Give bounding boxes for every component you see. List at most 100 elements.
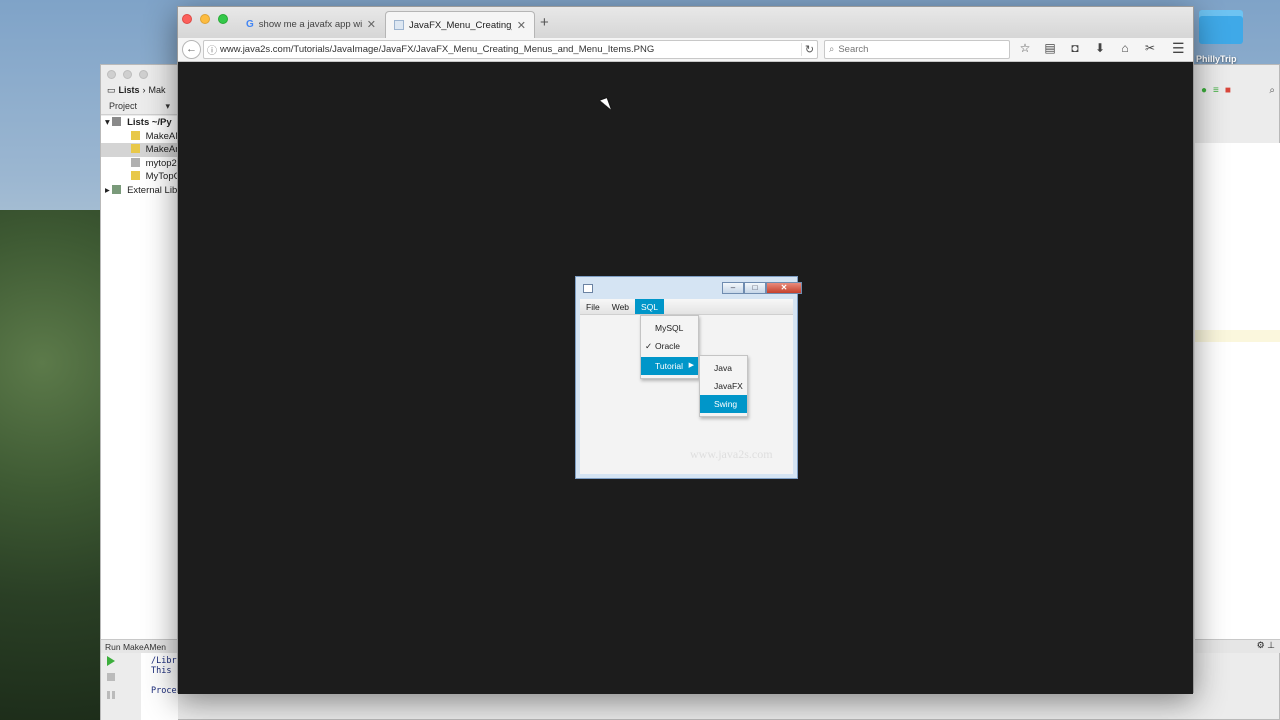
close-icon: ✕ [766, 282, 802, 294]
tab-javafx-menu[interactable]: JavaFX_Menu_Creating_Menu ✕ [385, 11, 535, 38]
address-bar[interactable]: ⓘ www.java2s.com/Tutorials/JavaImage/Jav… [203, 40, 818, 59]
new-tab-button[interactable]: + [540, 15, 549, 31]
search-box[interactable]: ⌕ [824, 40, 1010, 59]
breadcrumb-item[interactable]: Lists [119, 85, 140, 95]
ide-window-controls [107, 70, 148, 79]
watermark: www.java2s.com [690, 447, 773, 461]
run-tab-label[interactable]: Run [105, 642, 121, 652]
javafx-screenshot-image: – □ ✕ File Web SQL MySQL ✓ Oracle Tutori… [575, 276, 802, 479]
home-icon[interactable]: ⌂ [1118, 41, 1132, 55]
chevron-down-icon: ▾ [165, 101, 170, 111]
expand-arrow-icon[interactable]: ▾ [105, 117, 110, 128]
menu-item-label: Tutorial [655, 361, 684, 371]
fx-client-area: File Web SQL MySQL ✓ Oracle Tutorial ▶ J… [580, 299, 793, 474]
tree-node-file[interactable]: MakeAM [101, 130, 178, 144]
submenu-arrow-icon: ▶ [688, 362, 694, 369]
screenshot-icon[interactable]: ✂ [1143, 41, 1157, 55]
folder-icon[interactable] [1199, 10, 1243, 44]
pocket-icon[interactable]: ◘ [1068, 41, 1082, 55]
fx-menu-item: MySQL [641, 319, 698, 337]
menu-item-label: Oracle [655, 341, 681, 351]
search-icon[interactable]: ⌕ [1269, 85, 1275, 96]
search-icon: ⌕ [829, 44, 835, 55]
fx-window-buttons: – □ ✕ [722, 282, 802, 294]
mouse-cursor [600, 98, 611, 112]
pause-icon[interactable] [107, 691, 115, 699]
breadcrumb-item[interactable]: Mak [149, 85, 166, 95]
coverage-icon[interactable]: ≡ [1213, 85, 1219, 96]
folder-icon [112, 117, 122, 126]
tree-node-label: MakeAM [145, 130, 178, 142]
tree-node-label: MyTopC [145, 171, 178, 182]
fx-submenu-item-highlighted: Swing [700, 395, 747, 413]
close-window-button[interactable] [182, 14, 192, 24]
project-label: Project [109, 101, 138, 111]
project-tree: ▾ Lists ~/Py MakeAM MakeAn mytop2 MyTopC… [101, 116, 178, 676]
stop-icon[interactable]: ■ [1225, 85, 1231, 96]
maximize-icon: □ [744, 282, 766, 294]
run-icon[interactable] [107, 656, 115, 666]
python-file-icon [131, 144, 140, 153]
python-file-icon [131, 171, 140, 180]
search-input[interactable] [838, 44, 1009, 55]
toolbar-icons: ☆ ▤ ◘ ⬇ ⌂ ✂ [1018, 41, 1157, 55]
star-icon[interactable]: ☆ [1018, 41, 1032, 55]
tab-google-search[interactable]: G show me a javafx app with a ✕ [238, 11, 384, 38]
fx-sql-dropdown: MySQL ✓ Oracle Tutorial ▶ [640, 315, 699, 379]
google-icon: G [246, 19, 254, 30]
fx-menu-web: Web [611, 302, 630, 312]
tree-node-file[interactable]: MakeAn [101, 143, 178, 157]
gear-icon[interactable]: ⚙ [1257, 640, 1265, 650]
reading-list-icon[interactable]: ▤ [1043, 41, 1057, 55]
project-view-selector[interactable]: Project ▾ [101, 99, 178, 115]
window-controls [182, 14, 228, 24]
checkmark-icon: ✓ [645, 341, 653, 351]
tree-node-label: External Lib [127, 184, 178, 196]
fx-titlebar: – □ ✕ [576, 277, 802, 299]
stop-icon[interactable] [107, 673, 115, 681]
tree-node-root[interactable]: ▾ Lists ~/Py [101, 116, 178, 130]
ide-right-toolbar: ● ≡ ■ ⌕ [1195, 81, 1280, 99]
ide-close-button[interactable] [107, 70, 116, 79]
fx-tutorial-submenu: Java JavaFX Swing [699, 355, 748, 417]
reload-icon[interactable]: ↻ [801, 43, 817, 56]
browser-window: G show me a javafx app with a ✕ JavaFX_M… [177, 6, 1194, 694]
collapse-icon[interactable]: ⊥ [1267, 640, 1275, 650]
fx-menu-item-submenu: Tutorial ▶ [641, 357, 698, 375]
close-tab-icon[interactable]: ✕ [517, 19, 526, 32]
desktop-wallpaper [0, 210, 105, 720]
run-config-label[interactable]: MakeAMen [123, 642, 166, 652]
run-tool-bar: Run MakeAMen [101, 639, 178, 653]
folder-icon: ▭ [107, 84, 116, 95]
tab-title: show me a javafx app with a [258, 19, 362, 30]
console-settings: ⚙ ⊥ [1195, 639, 1280, 653]
fx-submenu-item: Java [714, 363, 732, 373]
desktop-folder-label[interactable]: PhillyTrip [1196, 54, 1256, 64]
fx-submenu-item: JavaFX [714, 381, 743, 391]
tab-strip: G show me a javafx app with a ✕ JavaFX_M… [178, 7, 1193, 38]
page-content: – □ ✕ File Web SQL MySQL ✓ Oracle Tutori… [178, 62, 1193, 694]
tree-node-libraries[interactable]: ▸ External Lib [101, 184, 178, 198]
minimize-window-button[interactable] [200, 14, 210, 24]
tree-node-file[interactable]: MyTopC [101, 170, 178, 184]
tab-title: JavaFX_Menu_Creating_Menu [409, 19, 512, 31]
url-text[interactable]: www.java2s.com/Tutorials/JavaImage/JavaF… [220, 44, 801, 55]
close-tab-icon[interactable]: ✕ [367, 18, 376, 31]
editor-area [1195, 143, 1280, 643]
info-icon[interactable]: ⓘ [204, 42, 220, 57]
ide-zoom-button[interactable] [139, 70, 148, 79]
ide-minimize-button[interactable] [123, 70, 132, 79]
debug-icon[interactable]: ● [1201, 85, 1207, 96]
hamburger-menu-icon[interactable]: ☰ [1172, 40, 1185, 57]
tree-node-label: mytop2 [145, 157, 177, 169]
zoom-window-button[interactable] [218, 14, 228, 24]
app-icon [583, 284, 593, 293]
expand-arrow-icon[interactable]: ▸ [105, 185, 110, 196]
file-icon [131, 157, 140, 167]
library-icon [112, 184, 122, 194]
chevron-right-icon: › [142, 85, 146, 95]
tree-node-label: Lists ~/Py [127, 117, 172, 128]
back-button[interactable]: ← [182, 40, 201, 59]
download-icon[interactable]: ⬇ [1093, 41, 1107, 55]
tree-node-file[interactable]: mytop2 [101, 157, 178, 171]
